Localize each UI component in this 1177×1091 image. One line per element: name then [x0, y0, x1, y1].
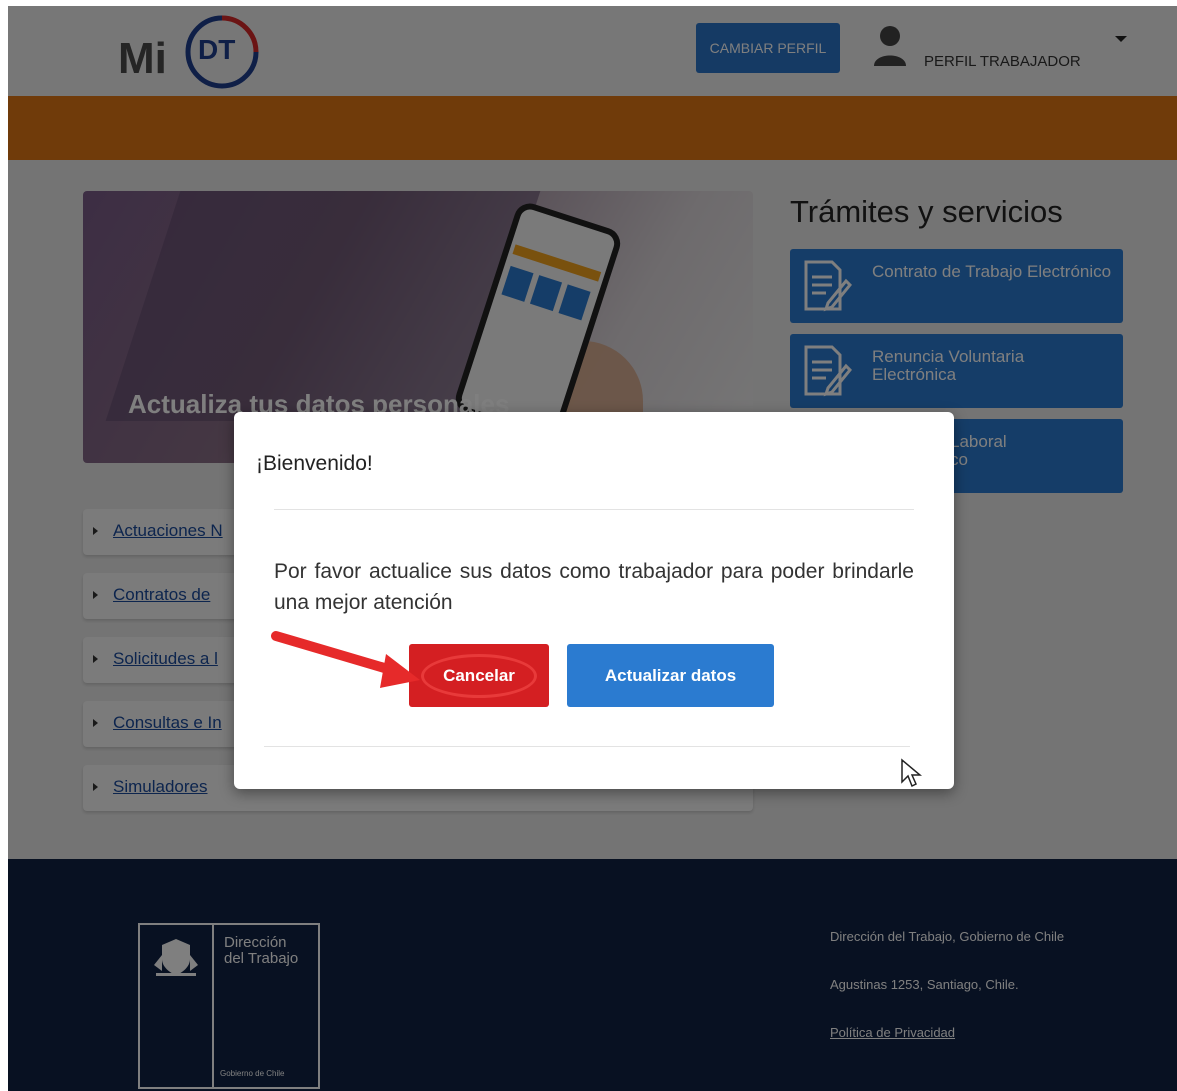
highlight-ring — [421, 654, 537, 698]
red-arrow-annotation — [271, 631, 420, 688]
page: Mi DT CAMBIAR PERFIL PERFIL TRABAJADOR A… — [8, 6, 1177, 1091]
modal-divider — [264, 746, 910, 747]
welcome-modal: ¡Bienvenido! Por favor actualice sus dat… — [234, 412, 954, 789]
modal-divider — [274, 509, 914, 510]
mouse-pointer-icon — [901, 758, 922, 788]
modal-title: ¡Bienvenido! — [256, 452, 373, 475]
modal-body-text: Por favor actualice sus datos como traba… — [274, 560, 914, 614]
update-data-button[interactable]: Actualizar datos — [567, 644, 774, 707]
